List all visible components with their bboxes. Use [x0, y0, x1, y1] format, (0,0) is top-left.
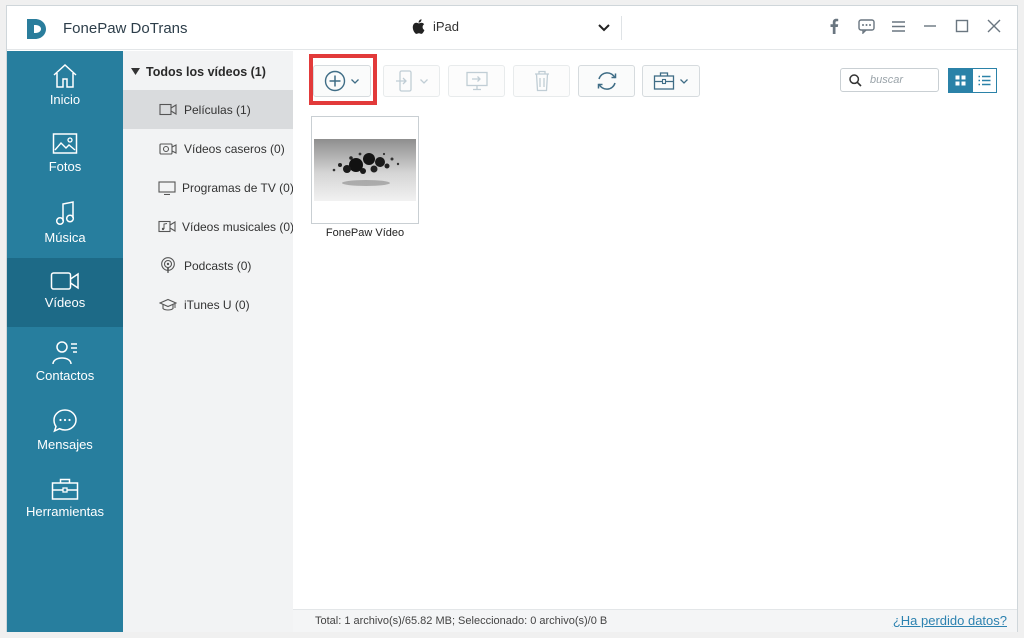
tv-icon [158, 180, 176, 195]
device-selector[interactable]: iPad [412, 19, 459, 34]
device-name: iPad [433, 19, 460, 34]
toolbox-icon [653, 72, 675, 90]
window-controls [825, 17, 1003, 35]
refresh-icon [597, 72, 616, 90]
highlight-box [309, 54, 377, 105]
home-icon [53, 63, 77, 88]
sidebar-item-contactos[interactable]: Contactos [7, 327, 123, 396]
search-input[interactable] [870, 74, 930, 86]
toolbox-icon [51, 478, 79, 500]
contacts-icon [52, 341, 77, 365]
sidebar-item-videos[interactable]: Vídeos [7, 258, 123, 327]
sidebar-item-label: Mensajes [37, 437, 93, 452]
search-box[interactable] [840, 68, 939, 92]
photo-icon [52, 133, 78, 154]
status-summary: Total: 1 archivo(s)/65.82 MB; Selecciona… [315, 615, 608, 627]
facebook-icon[interactable] [825, 17, 843, 35]
category-podcasts[interactable]: Podcasts (0) [123, 246, 293, 285]
podcast-icon [158, 257, 178, 274]
category-label: Podcasts (0) [184, 258, 252, 273]
movie-icon [158, 103, 178, 116]
list-view-button[interactable] [972, 68, 997, 93]
all-videos-header[interactable]: Todos los vídeos (1) [131, 65, 266, 79]
close-icon[interactable] [985, 17, 1003, 35]
refresh-button[interactable] [578, 65, 635, 97]
sidebar-item-label: Vídeos [44, 295, 86, 310]
category-peliculas[interactable]: Películas (1) [123, 90, 293, 129]
sidebar-item-inicio[interactable]: Inicio [7, 51, 123, 120]
sidebar-item-fotos[interactable]: Fotos [7, 120, 123, 189]
delete-button[interactable] [513, 65, 570, 97]
caret-down-icon [131, 68, 140, 75]
chevron-down-icon [419, 79, 428, 84]
sidebar-item-musica[interactable]: Música [7, 189, 123, 258]
list-icon [978, 75, 991, 86]
search-icon [849, 73, 862, 87]
sidebar-item-label: Contactos [35, 368, 95, 383]
grid-icon [955, 75, 966, 86]
status-bar: Total: 1 archivo(s)/65.82 MB; Selecciona… [293, 609, 1017, 632]
export-to-pc-button[interactable] [448, 65, 505, 97]
sidebar-item-mensajes[interactable]: Mensajes [7, 396, 123, 465]
music-video-icon [158, 220, 176, 233]
all-videos-label: Todos los vídeos (1) [146, 65, 266, 79]
menu-icon[interactable] [889, 17, 907, 35]
main-content: FonePaw Vídeo Total: 1 archivo(s)/65.82 … [293, 51, 1017, 632]
home-video-icon [158, 142, 178, 155]
divider [621, 16, 622, 40]
chevron-down-icon [680, 79, 688, 84]
export-to-device-button[interactable] [383, 65, 440, 97]
video-category-panel: Todos los vídeos (1) Películas (1) Vídeo… [123, 51, 293, 632]
category-label: iTunes U (0) [184, 297, 250, 312]
category-label: Programas de TV (0) [182, 180, 293, 195]
toolbox-button[interactable] [642, 65, 700, 97]
category-videos-musicales[interactable]: Vídeos musicales (0) [123, 207, 293, 246]
minimize-icon[interactable] [921, 17, 939, 35]
sidebar-item-label: Inicio [49, 92, 81, 107]
sidebar-item-label: Herramientas [25, 504, 105, 519]
monitor-export-icon [465, 71, 488, 91]
video-icon [50, 272, 79, 290]
apple-icon [412, 19, 425, 34]
app-window: FonePaw DoTrans iPad Inicio Fotos Música… [6, 5, 1018, 632]
maximize-icon[interactable] [953, 17, 971, 35]
video-tile[interactable] [311, 116, 419, 224]
message-icon [53, 409, 77, 433]
chevron-down-icon[interactable] [597, 20, 611, 34]
category-itunes-u[interactable]: iTunes U (0) [123, 285, 293, 324]
app-logo-icon [27, 19, 46, 39]
trash-icon [534, 70, 549, 92]
grid-view-button[interactable] [948, 68, 973, 93]
video-file-name: FonePaw Vídeo [325, 227, 405, 239]
category-label: Películas (1) [184, 102, 251, 117]
graduation-cap-icon [158, 298, 178, 312]
video-thumbnail [314, 139, 416, 201]
sidebar-item-label: Música [44, 230, 86, 245]
lost-data-link[interactable]: ¿Ha perdido datos? [893, 613, 1007, 628]
category-videos-caseros[interactable]: Vídeos caseros (0) [123, 129, 293, 168]
sidebar: Inicio Fotos Música Vídeos Contactos Men… [7, 51, 123, 632]
sidebar-item-herramientas[interactable]: Herramientas [7, 465, 123, 534]
category-label: Vídeos caseros (0) [184, 141, 285, 156]
title-bar: FonePaw DoTrans iPad [7, 6, 1017, 50]
phone-export-icon [395, 70, 412, 92]
app-title: FonePaw DoTrans [63, 20, 188, 37]
sidebar-item-label: Fotos [48, 159, 82, 174]
music-icon [55, 201, 75, 226]
category-label: Vídeos musicales (0) [182, 219, 293, 234]
category-programas-tv[interactable]: Programas de TV (0) [123, 168, 293, 207]
feedback-icon[interactable] [857, 17, 875, 35]
